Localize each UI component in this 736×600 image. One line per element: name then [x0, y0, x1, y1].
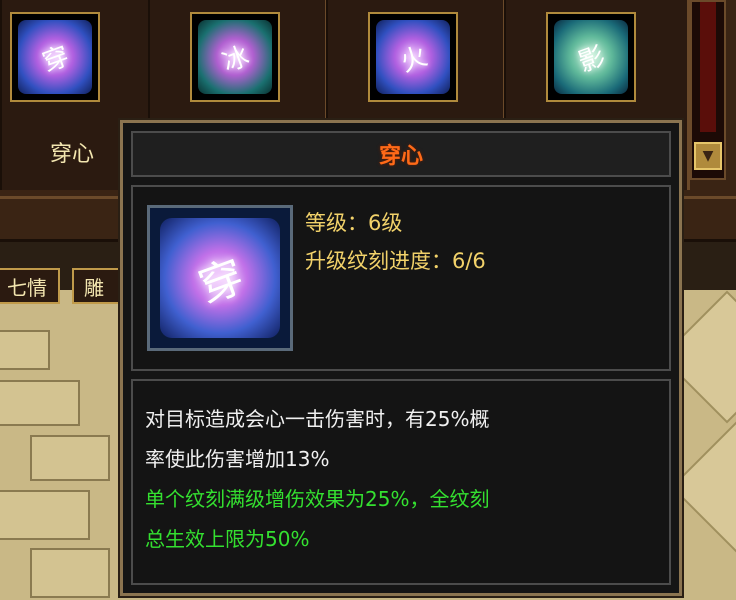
bonus-line: 总生效上限为50%	[145, 527, 310, 551]
description-line: 对目标造成会心一击伤害时，有25%概	[145, 407, 490, 431]
floor-brick	[0, 330, 50, 370]
bonus-line: 单个纹刻满级增伤效果为25%，全纹刻	[145, 487, 490, 511]
skill-slot-frame: 火	[368, 12, 458, 102]
skill-slot-frame: 影	[546, 12, 636, 102]
skill-gem-icon: 穿	[18, 20, 92, 94]
description-line: 率使此伤害增加13%	[145, 447, 330, 471]
scrollbar[interactable]: ▼	[690, 0, 726, 180]
floor-brick	[30, 548, 110, 598]
chevron-down-icon[interactable]: ▼	[694, 142, 722, 170]
skill-gem-icon: 穿	[160, 218, 280, 338]
skill-gem-icon: 影	[554, 20, 628, 94]
skill-gem-icon: 火	[376, 20, 450, 94]
tooltip-title: 穿心	[131, 131, 671, 177]
scrollbar-track[interactable]	[700, 2, 716, 132]
skill-slot-frame: 穿	[10, 12, 100, 102]
tooltip-gem-glyph: 穿	[192, 250, 251, 314]
upgrade-progress-text: 升级纹刻进度：6/6	[305, 249, 486, 273]
skill-gem-glyph: 穿	[38, 40, 74, 78]
skill-tooltip: 穿心 穿 等级：6级 升级纹刻进度：6/6 对目标造成会心一击伤害时，有25%概…	[120, 120, 682, 596]
level-text: 等级：6级	[305, 211, 403, 235]
tab-qiqing[interactable]: 七情	[0, 268, 60, 304]
floor-brick	[0, 380, 80, 426]
tooltip-info-panel: 穿 等级：6级 升级纹刻进度：6/6	[131, 185, 671, 371]
skill-gem-glyph: 火	[396, 40, 432, 78]
floor-brick	[30, 435, 110, 481]
skill-slot-frame: 冰	[190, 12, 280, 102]
tooltip-icon-frame: 穿	[147, 205, 293, 351]
floor-brick	[0, 490, 90, 540]
skill-gem-glyph: 影	[574, 40, 610, 78]
skill-gem-icon: 冰	[198, 20, 272, 94]
tooltip-description-panel: 对目标造成会心一击伤害时，有25%概 率使此伤害增加13% 单个纹刻满级增伤效果…	[131, 379, 671, 585]
skill-gem-glyph: 冰	[218, 40, 254, 78]
